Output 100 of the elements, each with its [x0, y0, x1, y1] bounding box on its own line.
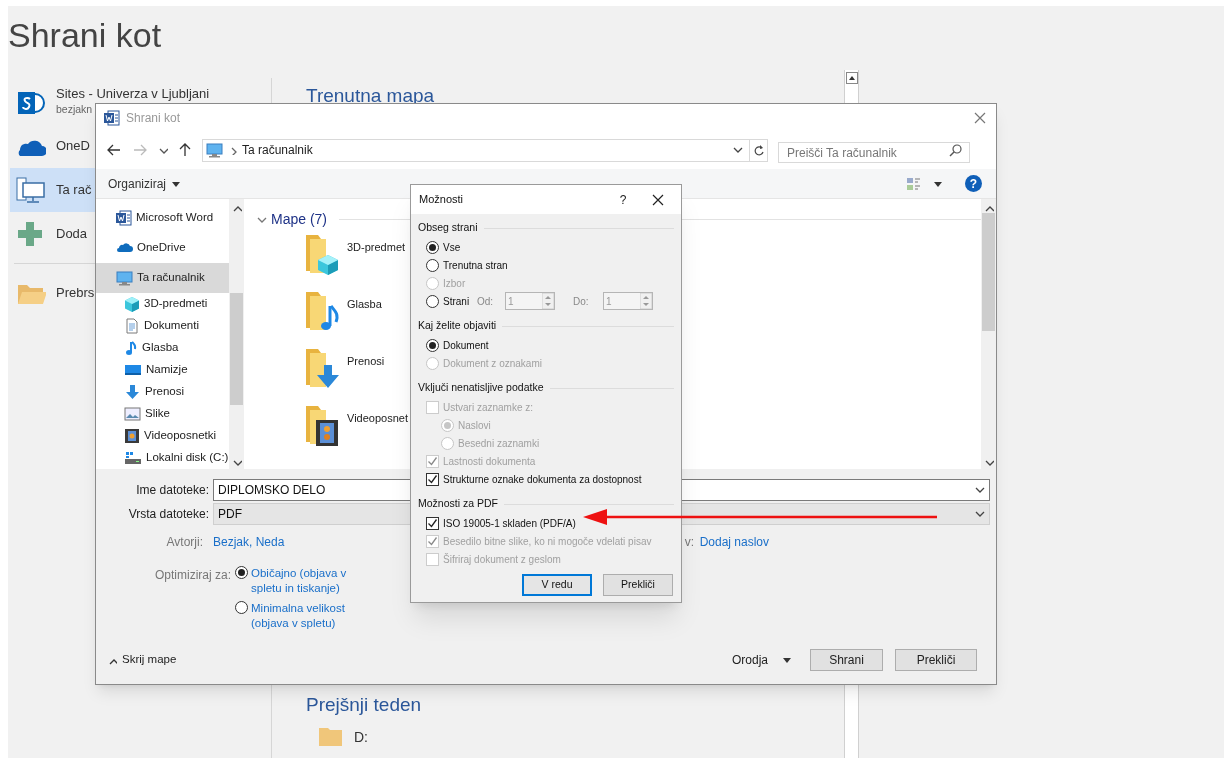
nav-item[interactable]: Slike — [96, 403, 229, 425]
monitor-icon — [116, 270, 133, 286]
folder-item[interactable]: Glasba — [304, 290, 382, 334]
scrollbar-thumb[interactable] — [982, 213, 995, 331]
option-label: Dokument z oznakami — [443, 356, 542, 371]
option-label: Strani — [443, 294, 471, 309]
document-icon — [116, 210, 132, 226]
drive-icon — [124, 450, 142, 466]
up-arrow-icon — [847, 74, 856, 82]
section-heading: Trenutna mapa — [306, 84, 435, 108]
section-heading: Obseg strani — [418, 220, 478, 236]
close-icon — [974, 111, 986, 124]
place-label[interactable]: Doda — [56, 225, 88, 243]
window-title: Shrani kot — [126, 109, 181, 127]
help-button[interactable]: ? — [608, 190, 638, 209]
title-link[interactable]: Dodaj naslov — [699, 533, 769, 551]
option-label: Izbor — [443, 276, 466, 291]
page-title: Shrani kot — [8, 15, 162, 56]
document-icon — [104, 109, 120, 126]
cube-icon — [124, 295, 140, 313]
option-label: Naslovi — [458, 418, 491, 433]
place-label[interactable]: Sites - Univerza v Ljubljani — [56, 86, 210, 103]
search-field[interactable]: Preišči Ta računalnik — [778, 142, 970, 163]
caret-icon — [782, 655, 792, 665]
up-arrow-icon — [178, 142, 192, 158]
ok-button[interactable]: V redu — [522, 574, 592, 596]
option-label[interactable]: Minimalna velikost (objava v spletu) — [251, 601, 355, 631]
radio-button[interactable] — [426, 258, 439, 272]
option-label: Ustvari zaznamke z: — [443, 400, 534, 415]
nav-item[interactable]: Lokalni disk (C:) — [96, 447, 229, 469]
document-icon — [124, 318, 140, 334]
help-button[interactable]: ? — [965, 175, 982, 192]
option-label: Besedilo bitne slike, ko ni mogoče vdelati pisav — [443, 534, 652, 549]
place-label[interactable]: Ta rač — [56, 181, 92, 199]
folder-icon — [318, 725, 344, 749]
folder-item[interactable]: 3D-predmet — [304, 233, 406, 277]
option-label: Šifriraj dokument z geslom — [443, 552, 561, 567]
nav-item[interactable]: Videoposnetki — [96, 425, 229, 447]
nav-item[interactable]: Glasba — [96, 337, 229, 359]
field-label: Od: — [477, 294, 495, 309]
radio-button[interactable] — [426, 338, 439, 352]
option-label: Trenutna stran — [443, 258, 508, 273]
monitor-icon — [206, 142, 223, 158]
radio-button[interactable] — [235, 601, 248, 614]
place-label[interactable]: OneD — [56, 137, 90, 155]
organize-button[interactable]: Organiziraj — [108, 174, 182, 193]
back-arrow-icon — [106, 143, 122, 157]
option-label: Strukturne oznake dokumenta za dostopnost — [443, 472, 642, 487]
option-label: Vse — [443, 240, 461, 255]
radio-button[interactable] — [426, 294, 439, 308]
radio-button[interactable] — [426, 240, 439, 254]
address-bar[interactable]: Ta računalnik — [202, 138, 768, 162]
field-label: Avtorji: — [165, 534, 204, 551]
hide-folders-button[interactable]: Skrij mape — [108, 651, 177, 669]
field-label: v: — [684, 534, 695, 551]
picture-icon — [124, 406, 141, 422]
nav-item[interactable]: OneDrive — [96, 233, 229, 263]
nav-item[interactable]: Prenosi — [96, 381, 229, 403]
cancel-button[interactable]: Prekliči — [603, 574, 673, 596]
section-heading: Vključi nenatisljive podatke — [418, 380, 544, 396]
checkbox[interactable] — [426, 472, 439, 486]
nav-item[interactable]: Microsoft Word — [96, 203, 229, 233]
cancel-button[interactable]: Prekliči — [895, 649, 977, 671]
scrollbar[interactable] — [229, 199, 244, 469]
film-icon — [124, 428, 140, 444]
folder-item[interactable]: Videoposnet — [304, 404, 408, 448]
save-button[interactable]: Shrani — [810, 649, 883, 671]
option-label: Besedni zaznamki — [458, 436, 540, 451]
nav-item[interactable]: 3D-predmeti — [96, 293, 229, 315]
scrollbar[interactable] — [981, 199, 996, 469]
place-sublabel: bezjakn — [56, 102, 93, 118]
computer-icon — [16, 176, 46, 204]
spin-arrows-icon — [542, 293, 554, 309]
option-label: Lastnosti dokumenta — [443, 454, 536, 469]
music-note-icon — [124, 340, 138, 356]
view-options-icon — [906, 176, 921, 191]
field-label: Vrsta datoteke: — [127, 505, 210, 523]
nav-item[interactable]: Dokumenti — [96, 315, 229, 337]
folder-item[interactable]: D: — [318, 725, 368, 749]
option-label[interactable]: Običajno (objava v spletu in tiskanje) — [251, 566, 355, 596]
place-label[interactable]: Prebrs — [56, 284, 95, 302]
author-link[interactable]: Bezjak, Neda — [213, 533, 285, 551]
option-label: Dokument — [443, 338, 489, 353]
close-icon — [652, 193, 664, 206]
nav-item[interactable]: Ta računalnik — [96, 263, 229, 293]
scrollbar-thumb[interactable] — [230, 293, 243, 405]
tools-dropdown[interactable]: Orodja — [731, 651, 792, 669]
spin-arrows-icon — [640, 293, 652, 309]
forward-arrow-icon — [132, 143, 148, 157]
down-arrow-icon — [124, 384, 141, 400]
view-button[interactable] — [906, 176, 943, 191]
folder-item[interactable]: Prenosi — [304, 347, 385, 391]
dialog-title: Možnosti — [419, 192, 465, 208]
radio-button[interactable] — [235, 566, 248, 579]
field-label: Ime datoteke: — [135, 481, 210, 499]
nav-item[interactable]: Namizje — [96, 359, 229, 381]
section-heading: Kaj želite objaviti — [418, 318, 497, 334]
field-label: Optimiziraj za: — [154, 567, 232, 584]
checkbox[interactable] — [426, 516, 439, 530]
section-heading: Prejšnji teden — [306, 693, 422, 717]
